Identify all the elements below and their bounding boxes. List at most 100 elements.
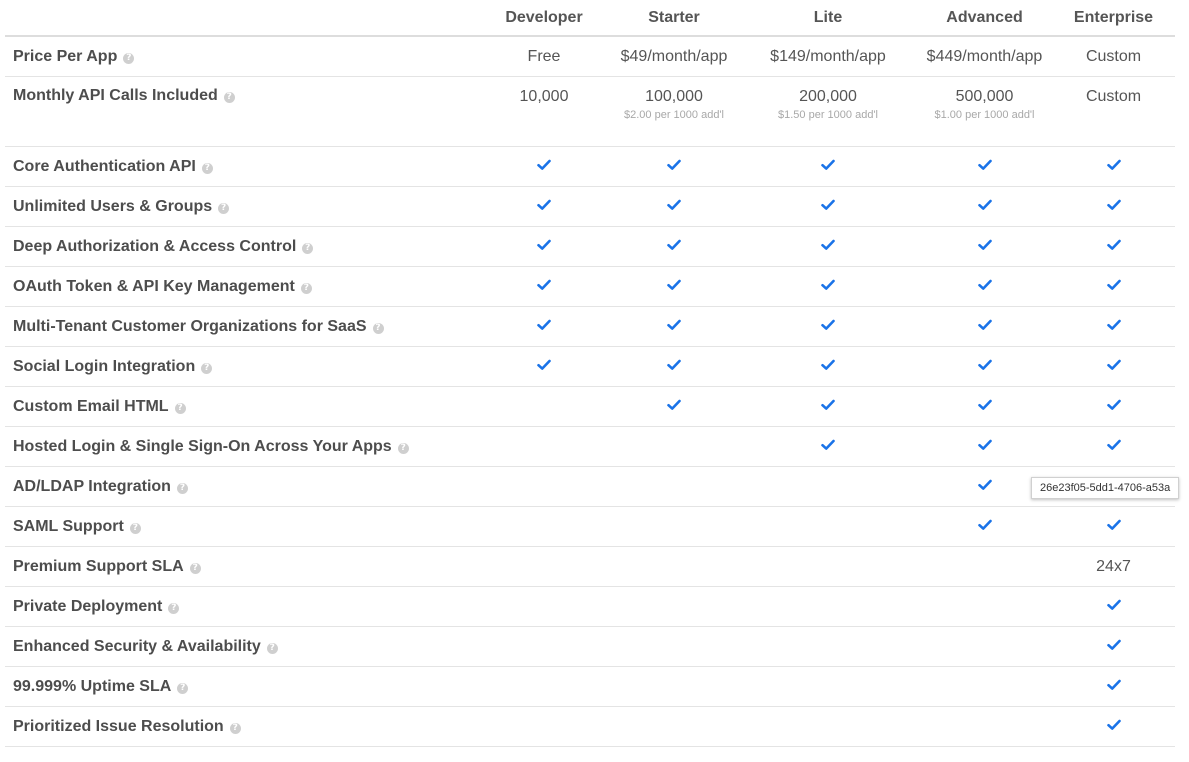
- help-icon[interactable]: ?: [129, 522, 141, 534]
- checkmark-icon: [1106, 399, 1121, 411]
- cell-advanced: $449/month/app: [917, 36, 1052, 77]
- help-icon[interactable]: ?: [177, 682, 189, 694]
- cell-overage-note: $2.00 per 1000 add'l: [624, 109, 724, 121]
- checkmark-icon: [977, 279, 992, 291]
- cell-advanced: [917, 187, 1052, 227]
- cell-enterprise: [1052, 587, 1175, 627]
- cell-lite: [739, 667, 917, 707]
- help-icon[interactable]: ?: [229, 722, 241, 734]
- cell-starter: [609, 347, 739, 387]
- cell-starter: [609, 707, 739, 747]
- checkmark-icon: [537, 159, 551, 171]
- cell-lite: [739, 427, 917, 467]
- checkmark-icon: [667, 359, 681, 371]
- checkmark-icon: [977, 239, 992, 251]
- cell-starter: [609, 507, 739, 547]
- cell-developer: [479, 307, 609, 347]
- help-icon[interactable]: ?: [223, 92, 235, 103]
- checkmark-icon: [1106, 199, 1121, 211]
- checkmark-icon: [977, 359, 992, 371]
- feature-label-cell: Price Per App?: [5, 36, 479, 77]
- help-icon[interactable]: ?: [168, 602, 180, 614]
- checkmark-icon: [1106, 519, 1121, 531]
- help-icon[interactable]: ?: [266, 642, 278, 654]
- checkmark-icon: [821, 159, 835, 171]
- cell-developer: [479, 587, 609, 627]
- cell-developer: [479, 507, 609, 547]
- feature-label-cell: Unlimited Users & Groups?: [5, 187, 479, 227]
- cell-starter: [609, 147, 739, 187]
- cell-developer: [479, 467, 609, 507]
- checkmark-icon: [1106, 239, 1121, 251]
- feature-label: Unlimited Users & Groups: [13, 197, 213, 215]
- feature-row-deep-authorization-and-access-control: Deep Authorization & Access Control?: [5, 227, 1175, 267]
- checkmark-icon: [977, 319, 992, 331]
- cell-developer: [479, 667, 609, 707]
- cell-overage-note: $1.00 per 1000 add'l: [934, 109, 1035, 121]
- checkmark-icon: [977, 399, 992, 411]
- checkmark-icon: [821, 239, 835, 251]
- cell-enterprise: [1052, 627, 1175, 667]
- feature-row-custom-email-html: Custom Email HTML?: [5, 387, 1175, 427]
- checkmark-icon: [537, 199, 551, 211]
- cell-advanced: 500,000 $1.00 per 1000 add'l: [917, 77, 1052, 147]
- plan-header-enterprise: Enterprise: [1052, 0, 1175, 37]
- help-icon[interactable]: ?: [201, 362, 213, 374]
- cell-advanced: [917, 307, 1052, 347]
- checkmark-icon: [821, 359, 835, 371]
- feature-label-cell: Social Login Integration?: [5, 347, 479, 387]
- cell-advanced: [917, 547, 1052, 587]
- help-icon[interactable]: ?: [176, 482, 188, 494]
- feature-label-cell: Enhanced Security & Availability?: [5, 627, 479, 667]
- help-icon[interactable]: ?: [123, 52, 135, 64]
- feature-row-prioritized-issue-resolution: Prioritized Issue Resolution?: [5, 707, 1175, 747]
- feature-label-cell: Deep Authorization & Access Control?: [5, 227, 479, 267]
- cell-enterprise: [1052, 507, 1175, 547]
- cell-developer: [479, 147, 609, 187]
- feature-label: Core Authentication API: [13, 157, 196, 175]
- feature-row-hosted-login-and-single-sign-on-across-your-apps: Hosted Login & Single Sign-On Across You…: [5, 427, 1175, 467]
- help-icon[interactable]: ?: [218, 202, 230, 214]
- feature-row-ad-ldap-integration: AD/LDAP Integration?: [5, 467, 1175, 507]
- help-icon[interactable]: ?: [372, 322, 384, 334]
- cell-developer: [479, 427, 609, 467]
- cell-advanced: [917, 587, 1052, 627]
- cell-developer: [479, 707, 609, 747]
- feature-row-price-per-app: Price Per App? Free $49/month/app $149/mont…: [5, 36, 1175, 77]
- help-icon[interactable]: ?: [302, 242, 314, 254]
- cell-advanced: [917, 347, 1052, 387]
- tooltip: 26e23f05-5dd1-4706-a53a: [1031, 477, 1180, 499]
- cell-starter: [609, 587, 739, 627]
- feature-label: AD/LDAP Integration: [13, 477, 171, 495]
- cell-lite: $149/month/app: [739, 36, 917, 77]
- help-icon[interactable]: ?: [300, 282, 312, 294]
- cell-starter: [609, 227, 739, 267]
- cell-developer: [479, 347, 609, 387]
- cell-enterprise: [1052, 147, 1175, 187]
- checkmark-icon: [667, 239, 681, 251]
- pricing-comparison-table: Developer Starter Lite Advanced Enterpri…: [5, 0, 1175, 747]
- help-icon[interactable]: ?: [201, 162, 213, 174]
- help-icon[interactable]: ?: [174, 402, 186, 414]
- checkmark-icon: [1106, 439, 1121, 451]
- cell-value: $49/month/app: [620, 47, 728, 65]
- feature-label: Custom Email HTML: [13, 397, 169, 415]
- checkmark-icon: [1106, 679, 1121, 691]
- feature-label: OAuth Token & API Key Management: [13, 277, 295, 295]
- feature-label-cell: 99.999% Uptime SLA?: [5, 667, 479, 707]
- cell-enterprise: [1052, 427, 1175, 467]
- help-icon[interactable]: ?: [189, 562, 201, 574]
- cell-lite: [739, 507, 917, 547]
- plan-header-lite: Lite: [739, 0, 917, 37]
- feature-label-cell: Premium Support SLA?: [5, 547, 479, 587]
- cell-advanced: [917, 227, 1052, 267]
- cell-value: $149/month/app: [770, 47, 886, 65]
- feature-label: SAML Support: [13, 517, 124, 535]
- feature-label: Premium Support SLA: [13, 557, 184, 575]
- feature-label-cell: Monthly API Calls Included?: [5, 77, 479, 147]
- checkmark-icon: [821, 399, 835, 411]
- plan-header-row: Developer Starter Lite Advanced Enterpri…: [5, 0, 1175, 37]
- help-icon[interactable]: ?: [397, 442, 409, 454]
- cell-lite: [739, 267, 917, 307]
- feature-label-cell: Hosted Login & Single Sign-On Across You…: [5, 427, 479, 467]
